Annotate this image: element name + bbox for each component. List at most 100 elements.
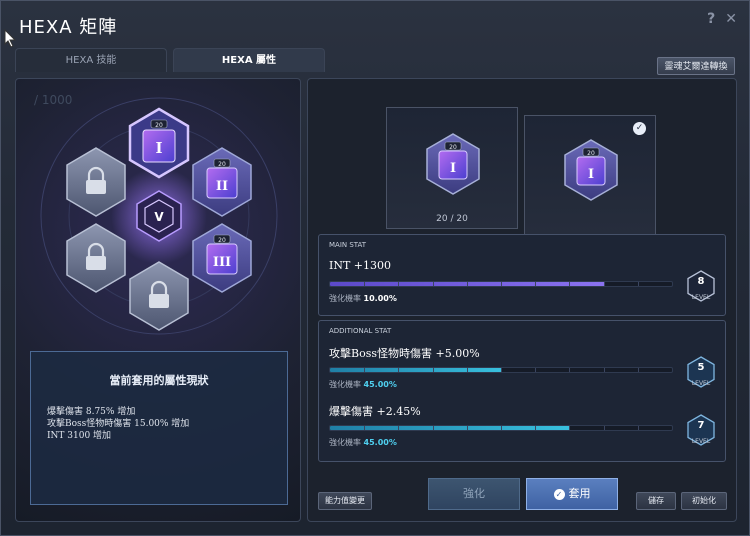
additional-stat-1-rate: 強化機率 45.00% xyxy=(329,379,397,390)
apply-button[interactable]: ✓ 套用 xyxy=(526,478,618,510)
bar-segment-divider xyxy=(501,426,502,430)
additional-stat-1-level-badge: 5 LEVEL xyxy=(683,355,719,391)
tab-hexa-stat[interactable]: HEXA 屬性 xyxy=(173,48,325,72)
tab-hexa-skill[interactable]: HEXA 技能 xyxy=(15,48,167,72)
bar-segment-divider xyxy=(569,426,571,430)
current-stat-status-box: 當前套用的屬性現狀 爆擊傷害 8.75% 增加 攻擊Boss怪物時傷害 15.0… xyxy=(30,351,288,505)
tab-bar: HEXA 技能 HEXA 屬性 xyxy=(15,48,325,72)
hexa-matrix-window: HEXA 矩陣 ? ✕ HEXA 技能 HEXA 屬性 靈魂艾爾達轉換 / 10… xyxy=(0,0,750,536)
bar-segment-divider xyxy=(398,368,400,372)
bar-segment-divider xyxy=(466,368,468,372)
check-icon: ✓ xyxy=(633,122,646,135)
svg-text:I: I xyxy=(588,167,594,182)
additional-stat-2-level-badge: 7 LEVEL xyxy=(683,413,719,449)
main-stat-progress-bar xyxy=(329,281,673,287)
status-line: 爆擊傷害 8.75% 增加 xyxy=(47,407,136,417)
bar-segment-divider xyxy=(364,368,366,372)
hexa-node-panel: / 1000 V 20 I 20 II 20 III 當前套用的屬性現狀 爆擊傷… xyxy=(15,78,301,522)
main-stat-box: MAIN STAT INT +1300 強化機率 10.00% 8 LEVEL xyxy=(318,234,726,316)
main-stat-label: MAIN STAT xyxy=(329,241,367,249)
save-button[interactable]: 儲存 xyxy=(636,492,676,510)
bar-segment-divider xyxy=(501,368,502,372)
additional-stat-label: ADDITIONAL STAT xyxy=(329,327,392,335)
bar-segment-divider xyxy=(535,282,537,286)
bar-segment-divider xyxy=(569,282,571,286)
soul-erda-convert-button[interactable]: 靈魂艾爾達轉換 xyxy=(657,57,735,75)
hexa-stat-core-icon: 20 I xyxy=(426,133,480,195)
close-icon[interactable]: ✕ xyxy=(725,11,737,27)
bar-segment-divider xyxy=(637,368,639,372)
window-title: HEXA 矩陣 xyxy=(19,17,118,38)
stat-slot-applied[interactable]: ✓ 20 I xyxy=(524,115,656,235)
level-caption: LEVEL xyxy=(691,438,711,445)
help-icon[interactable]: ? xyxy=(707,11,715,27)
bar-segment-divider xyxy=(432,368,434,372)
bar-segment-divider xyxy=(501,282,502,286)
bar-segment-divider xyxy=(535,368,537,372)
svg-text:V: V xyxy=(154,210,164,224)
rate-label: 強化機率 xyxy=(329,380,361,389)
mouse-cursor-icon xyxy=(4,29,17,48)
main-stat-name: INT +1300 xyxy=(329,259,392,272)
main-stat-level-badge: 8 LEVEL xyxy=(683,269,719,305)
main-stat-rate: 強化機率 10.00% xyxy=(329,293,397,304)
additional-stat-2-rate: 強化機率 45.00% xyxy=(329,437,397,448)
svg-text:I: I xyxy=(155,139,162,157)
hexa-stat-node-1[interactable]: 20 I xyxy=(128,107,190,179)
level-number: 7 xyxy=(697,420,705,431)
stat-slot-current[interactable]: 20 I 20 / 20 xyxy=(386,107,518,229)
stat-detail-panel: 20 I 20 / 20 ✓ 20 I MAIN STAT INT +1300 xyxy=(307,78,737,522)
rate-value: 10.00% xyxy=(363,294,397,303)
level-number: 8 xyxy=(697,276,705,287)
bar-segment-divider xyxy=(569,368,571,372)
bar-segment-divider xyxy=(466,282,468,286)
bar-segment-divider xyxy=(603,368,605,372)
status-line: 攻擊Boss怪物時傷害 15.00% 增加 xyxy=(47,419,190,429)
additional-stat-2-name: 爆擊傷害 +2.45% xyxy=(329,405,421,418)
status-line: INT 3100 增加 xyxy=(47,431,112,441)
bar-segment-divider xyxy=(603,426,605,430)
hexa-node-map: V 20 I 20 II 20 III xyxy=(40,97,278,335)
rate-value: 45.00% xyxy=(363,438,397,447)
svg-text:III: III xyxy=(213,255,231,270)
additional-stat-2-progress-fill xyxy=(330,426,570,430)
bar-segment-divider xyxy=(637,282,639,286)
slot-level-count: 20 / 20 xyxy=(436,214,468,224)
additional-stat-box: ADDITIONAL STAT 攻擊Boss怪物時傷害 +5.00% 強化機率 … xyxy=(318,320,726,462)
additional-stat-2-progress-bar xyxy=(329,425,673,431)
bar-segment-divider xyxy=(432,282,434,286)
stat-change-button[interactable]: 能力值變更 xyxy=(318,492,372,510)
svg-text:20: 20 xyxy=(155,122,163,129)
rate-value: 45.00% xyxy=(363,380,397,389)
rate-label: 強化機率 xyxy=(329,438,361,447)
level-number: 5 xyxy=(697,362,705,373)
bar-segment-divider xyxy=(535,426,537,430)
svg-text:20: 20 xyxy=(218,161,226,168)
bar-segment-divider xyxy=(432,426,434,430)
additional-stat-1-name: 攻擊Boss怪物時傷害 +5.00% xyxy=(329,347,480,360)
level-caption: LEVEL xyxy=(691,380,711,387)
svg-text:I: I xyxy=(450,161,456,176)
svg-text:II: II xyxy=(216,179,228,194)
level-caption: LEVEL xyxy=(691,294,711,301)
bar-segment-divider xyxy=(637,426,639,430)
rate-label: 強化機率 xyxy=(329,294,361,303)
additional-stat-1-progress-bar xyxy=(329,367,673,373)
bar-segment-divider xyxy=(364,426,366,430)
check-circle-icon: ✓ xyxy=(553,489,565,500)
svg-text:20: 20 xyxy=(449,144,457,151)
apply-label: 套用 xyxy=(568,487,591,500)
status-lines: 爆擊傷害 8.75% 增加 攻擊Boss怪物時傷害 15.00% 增加 INT … xyxy=(47,406,287,442)
enhance-button[interactable]: 強化 xyxy=(428,478,520,510)
svg-text:20: 20 xyxy=(587,150,595,157)
bar-segment-divider xyxy=(466,426,468,430)
bar-segment-divider xyxy=(603,282,605,286)
status-title: 當前套用的屬性現狀 xyxy=(109,374,209,387)
bar-segment-divider xyxy=(398,282,400,286)
svg-text:20: 20 xyxy=(218,237,226,244)
additional-stat-1-progress-fill xyxy=(330,368,501,372)
reset-button[interactable]: 初始化 xyxy=(681,492,727,510)
locked-node-bottom xyxy=(129,261,189,331)
bar-segment-divider xyxy=(398,426,400,430)
bar-segment-divider xyxy=(364,282,366,286)
